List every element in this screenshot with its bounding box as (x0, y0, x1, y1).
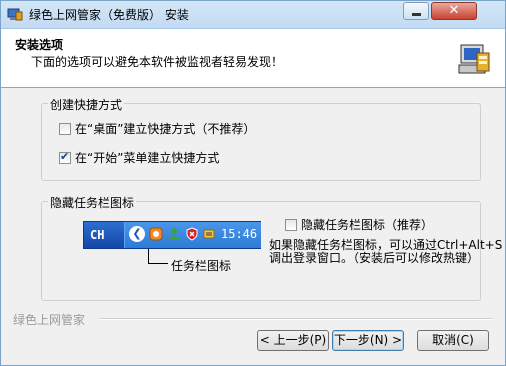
startmenu-shortcut-checkbox[interactable] (59, 150, 71, 164)
orange-app-icon (149, 227, 163, 241)
shortcut-group-legend: 创建快捷方式 (48, 96, 125, 113)
hide-tray-label[interactable]: 隐藏任务栏图标（推荐） (301, 218, 433, 232)
minimize-button[interactable] (403, 2, 429, 20)
close-button[interactable]: ✕ (431, 2, 477, 20)
app-icon (7, 8, 23, 21)
brand-watermark: 绿色上网管家 (13, 313, 86, 327)
tray-group-legend: 隐藏任务栏图标 (48, 194, 137, 211)
chevron-left-icon: ❮ (129, 226, 145, 242)
shield-icon (186, 227, 198, 241)
desktop-shortcut-option[interactable]: 在“桌面”建立快捷方式（不推荐） (59, 120, 255, 136)
desktop-shortcut-label[interactable]: 在“桌面”建立快捷方式（不推荐） (75, 122, 255, 136)
network-icon (203, 229, 215, 239)
back-button[interactable]: < 上一步(P) (257, 330, 329, 351)
hide-tray-option[interactable]: 隐藏任务栏图标（推荐） (285, 216, 433, 232)
startmenu-shortcut-option[interactable]: 在“开始”菜单建立快捷方式 (59, 149, 219, 165)
title-bar[interactable]: 绿色上网管家（免费版） 安装 ✕ (1, 1, 505, 29)
wizard-header: 安装选项 下面的选项可以避免本软件被监视者轻易发现！ (1, 29, 505, 88)
installer-window: 绿色上网管家（免费版） 安装 ✕ 安装选项 下面的选项可以避免本软件被监视者轻易… (0, 0, 506, 366)
hide-tray-checkbox[interactable] (285, 218, 297, 231)
language-indicator: CH (90, 228, 105, 242)
page-title: 安装选项 (15, 38, 64, 52)
taskbar-icon-callout: 任务栏图标 (171, 259, 232, 273)
tray-clock: 15:46 (221, 227, 258, 241)
cancel-button[interactable]: 取消(C) (417, 330, 489, 351)
shortcut-groupbox: 创建快捷方式 (41, 96, 481, 181)
taskbar-illustration: CH ❮ 15:46 (83, 221, 261, 249)
page-subtitle: 下面的选项可以避免本软件被监视者轻易发现！ (31, 55, 284, 69)
hotkey-description: 如果隐藏任务栏图标，可以通过Ctrl+Alt+S调出登录窗口。（安装后可以修改热… (269, 238, 503, 265)
installer-computer-icon (458, 44, 490, 74)
window-title: 绿色上网管家（免费版） 安装 (29, 8, 189, 22)
next-button[interactable]: 下一步(N) > (332, 330, 404, 351)
startmenu-shortcut-label[interactable]: 在“开始”菜单建立快捷方式 (75, 151, 219, 165)
desktop-shortcut-checkbox[interactable] (59, 122, 71, 135)
callout-pointer-vertical (148, 249, 149, 263)
system-tray: ❮ 15:46 (124, 222, 261, 248)
user-icon (168, 228, 180, 240)
footer-divider (99, 318, 493, 320)
callout-pointer-horizontal (148, 263, 168, 264)
